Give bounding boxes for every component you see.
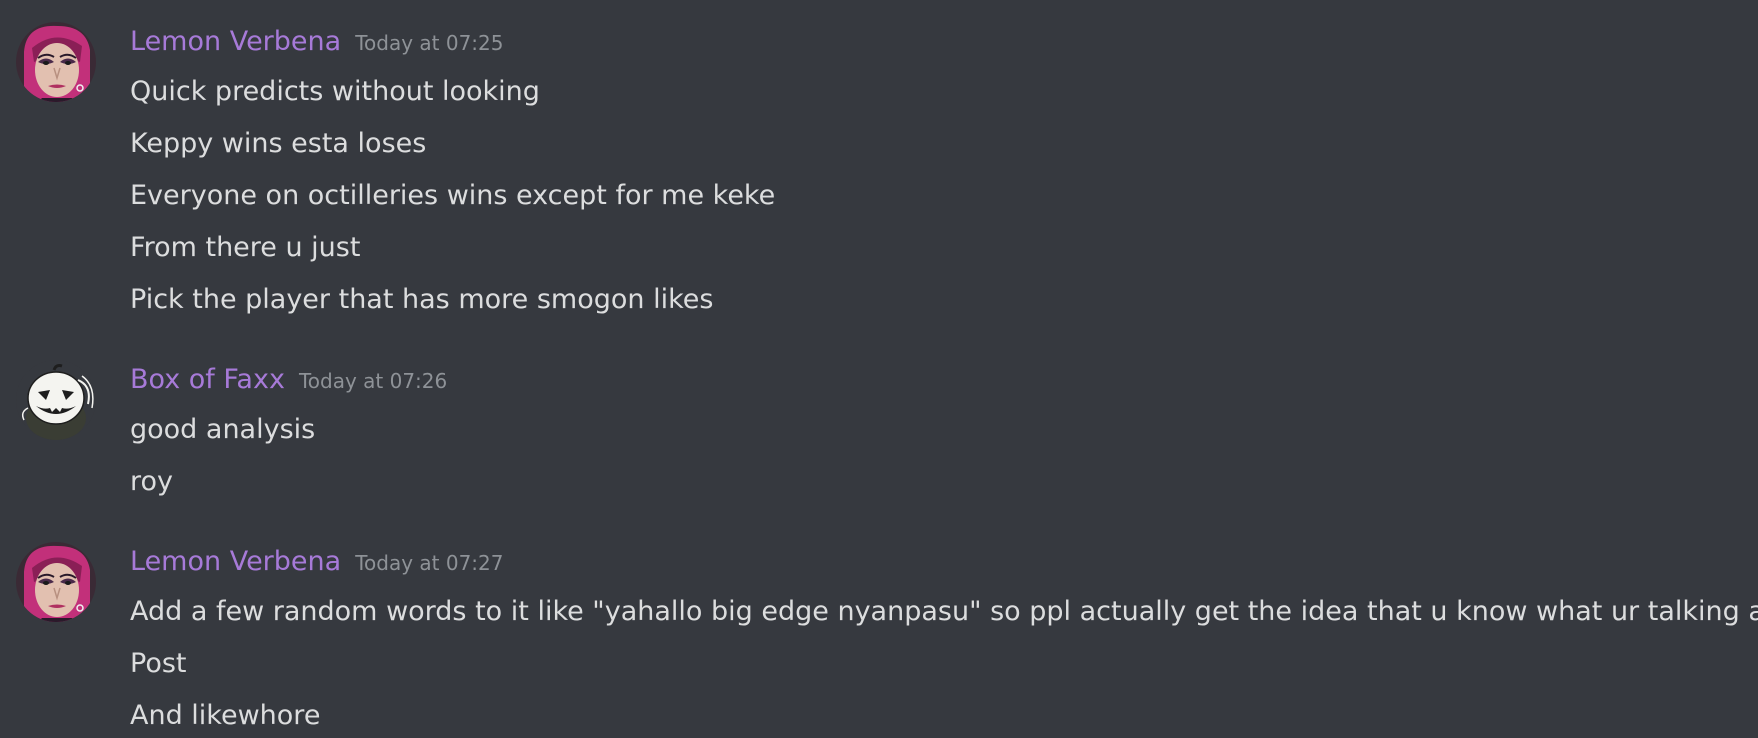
avatar[interactable] — [16, 542, 96, 622]
message-text: Add a few random words to it like "yahal… — [130, 596, 1758, 627]
message-text: Keppy wins esta loses — [130, 128, 427, 159]
timestamp: Today at 07:25 — [355, 31, 504, 55]
message-text: good analysis — [130, 414, 316, 445]
username[interactable]: Lemon Verbena — [130, 26, 341, 57]
message-text: And likewhore — [130, 700, 321, 731]
chat-message-list: Lemon Verbena Today at 07:25 Quick predic… — [0, 0, 1758, 738]
message-header: Lemon Verbena Today at 07:27 — [130, 542, 504, 582]
message-text: From there u just — [130, 232, 361, 263]
drag-queen-portrait-icon — [16, 542, 96, 622]
timestamp: Today at 07:27 — [355, 551, 504, 575]
message-text: Pick the player that has more smogon lik… — [130, 284, 714, 315]
message-text: Post — [130, 648, 187, 679]
message-lines: Quick predicts without looking Keppy win… — [130, 66, 1758, 326]
username[interactable]: Lemon Verbena — [130, 546, 341, 577]
message-header: Lemon Verbena Today at 07:25 — [130, 22, 504, 62]
username[interactable]: Box of Faxx — [130, 364, 285, 395]
avatar[interactable] — [16, 22, 96, 102]
message-lines: Add a few random words to it like "yahal… — [130, 586, 1758, 738]
message-header: Box of Faxx Today at 07:26 — [130, 360, 447, 400]
message-text: Quick predicts without looking — [130, 76, 540, 107]
message-text: roy — [130, 466, 174, 497]
jack-o-lantern-icon — [16, 360, 96, 440]
message-text: Everyone on octilleries wins except for … — [130, 180, 776, 211]
message-lines: good analysis roy — [130, 404, 1758, 508]
avatar[interactable] — [16, 360, 96, 440]
timestamp: Today at 07:26 — [298, 369, 448, 393]
drag-queen-portrait-icon — [16, 22, 96, 102]
